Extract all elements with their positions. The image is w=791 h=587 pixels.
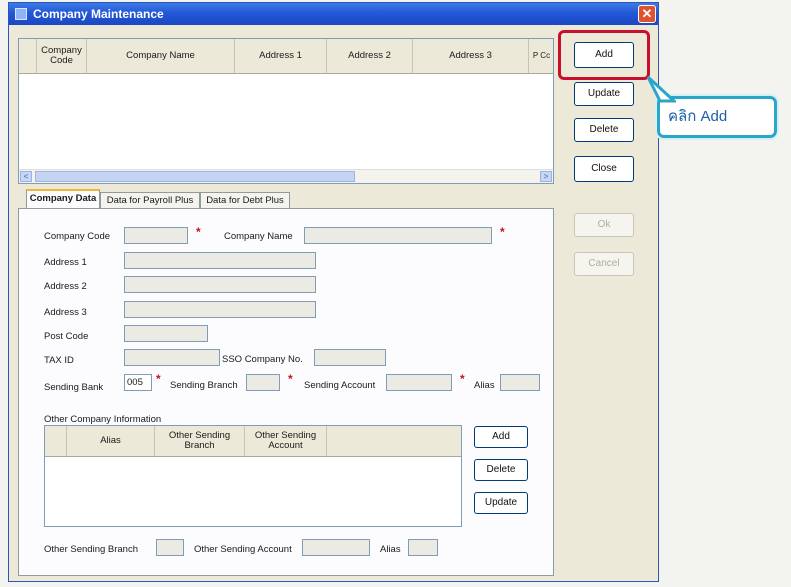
col-address-2[interactable]: Address 2 bbox=[327, 39, 413, 73]
other-delete-button[interactable]: Delete bbox=[474, 459, 528, 481]
sending-account-label: Sending Account bbox=[304, 380, 376, 391]
required-mark: * bbox=[288, 372, 293, 386]
other-company-grid[interactable]: Alias Other Sending Branch Other Sending… bbox=[44, 425, 462, 527]
ok-button[interactable]: Ok bbox=[574, 213, 634, 237]
required-mark: * bbox=[196, 225, 201, 239]
other-add-button[interactable]: Add bbox=[474, 426, 528, 448]
other-sending-account-label: Other Sending Account bbox=[194, 544, 292, 555]
col-post-code[interactable]: P Cc bbox=[529, 39, 553, 73]
required-mark: * bbox=[156, 372, 161, 386]
tab-payroll-plus[interactable]: Data for Payroll Plus bbox=[100, 192, 200, 209]
address-2-field[interactable] bbox=[124, 276, 316, 293]
company-name-field[interactable] bbox=[304, 227, 492, 244]
col-address-3[interactable]: Address 3 bbox=[413, 39, 529, 73]
sending-bank-label: Sending Bank bbox=[44, 382, 104, 393]
sending-branch-label: Sending Branch bbox=[170, 380, 238, 391]
col-other-sending-account[interactable]: Other Sending Account bbox=[245, 426, 327, 456]
address-1-label: Address 1 bbox=[44, 257, 87, 268]
col-address-1[interactable]: Address 1 bbox=[235, 39, 327, 73]
sending-bank-field[interactable]: 005 bbox=[124, 374, 152, 391]
other-sending-branch-label: Other Sending Branch bbox=[44, 544, 139, 555]
other-company-section-label: Other Company Information bbox=[44, 414, 162, 425]
col-alias[interactable]: Alias bbox=[67, 426, 155, 456]
other-alias-label: Alias bbox=[380, 544, 401, 555]
title-bar: Company Maintenance ✕ bbox=[9, 3, 658, 25]
scroll-right-icon[interactable]: > bbox=[540, 171, 552, 182]
alias-field[interactable] bbox=[500, 374, 540, 391]
grid-header: Company Code Company Name Address 1 Addr… bbox=[19, 39, 553, 74]
col-other-sending-branch[interactable]: Other Sending Branch bbox=[155, 426, 245, 456]
company-code-label: Company Code bbox=[44, 231, 111, 242]
company-code-field[interactable] bbox=[124, 227, 188, 244]
required-mark: * bbox=[460, 372, 465, 386]
other-sending-account-field[interactable] bbox=[302, 539, 370, 556]
alias-label: Alias bbox=[474, 380, 495, 391]
scrollbar-thumb[interactable] bbox=[35, 171, 355, 182]
row-selector-header bbox=[19, 39, 37, 73]
tab-company-data[interactable]: Company Data bbox=[26, 189, 100, 209]
sso-company-field[interactable] bbox=[314, 349, 386, 366]
close-window-icon[interactable]: ✕ bbox=[638, 5, 656, 23]
col-company-name[interactable]: Company Name bbox=[87, 39, 235, 73]
scroll-left-icon[interactable]: < bbox=[20, 171, 32, 182]
address-2-label: Address 2 bbox=[44, 281, 87, 292]
company-name-label: Company Name bbox=[224, 231, 293, 242]
close-button[interactable]: Close bbox=[574, 156, 634, 182]
tax-id-field[interactable] bbox=[124, 349, 220, 366]
click-add-callout: คลิก Add bbox=[646, 75, 777, 138]
tab-debt-plus[interactable]: Data for Debt Plus bbox=[200, 192, 290, 209]
tax-id-label: TAX ID bbox=[44, 355, 74, 366]
row-selector-header bbox=[45, 426, 67, 456]
post-code-field[interactable] bbox=[124, 325, 208, 342]
col-company-code[interactable]: Company Code bbox=[37, 39, 87, 73]
address-3-field[interactable] bbox=[124, 301, 316, 318]
other-alias-field[interactable] bbox=[408, 539, 438, 556]
add-button-highlight bbox=[558, 30, 650, 80]
other-grid-header: Alias Other Sending Branch Other Sending… bbox=[45, 426, 461, 457]
other-update-button[interactable]: Update bbox=[474, 492, 528, 514]
post-code-label: Post Code bbox=[44, 331, 89, 342]
app-icon bbox=[15, 8, 27, 20]
callout-pointer-icon bbox=[646, 75, 676, 103]
company-grid[interactable]: Company Code Company Name Address 1 Addr… bbox=[18, 38, 554, 184]
sso-company-label: SSO Company No. bbox=[222, 354, 303, 365]
address-3-label: Address 3 bbox=[44, 307, 87, 318]
cancel-button[interactable]: Cancel bbox=[574, 252, 634, 276]
address-1-field[interactable] bbox=[124, 252, 316, 269]
sending-branch-field[interactable] bbox=[246, 374, 280, 391]
callout-text: คลิก Add bbox=[668, 108, 728, 125]
required-mark: * bbox=[500, 225, 505, 239]
update-button[interactable]: Update bbox=[574, 82, 634, 106]
sending-account-field[interactable] bbox=[386, 374, 452, 391]
window-title: Company Maintenance bbox=[33, 7, 164, 21]
delete-button[interactable]: Delete bbox=[574, 118, 634, 142]
other-sending-branch-field[interactable] bbox=[156, 539, 184, 556]
horizontal-scrollbar[interactable]: < > bbox=[19, 169, 553, 183]
